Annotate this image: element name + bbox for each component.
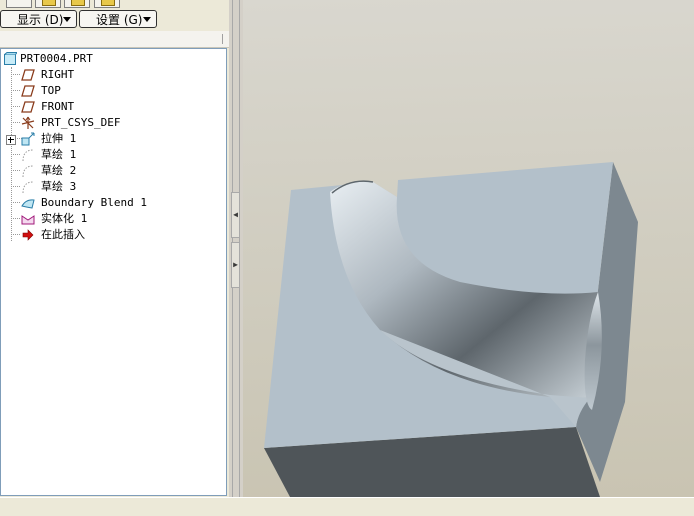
model-tree-panel: 显示 (D) 设置 (G) PRT0004.PRT RIGHT TOP FRON… xyxy=(0,0,229,497)
datum-plane-icon xyxy=(21,85,35,97)
tree-filter-row xyxy=(0,31,229,48)
datum-plane-icon xyxy=(21,69,35,81)
tab-model-tree[interactable] xyxy=(6,0,32,8)
tree-guide-line xyxy=(11,90,20,91)
model-render xyxy=(264,162,638,497)
model-tree: PRT0004.PRT RIGHT TOP FRONT PRT_CSYS_DEF… xyxy=(0,48,227,496)
chevron-down-icon xyxy=(143,17,151,22)
tree-item-label: 草绘 3 xyxy=(41,180,77,193)
tree-item-label: 在此插入 xyxy=(41,228,85,241)
sketch-icon xyxy=(22,181,34,194)
solidify-icon xyxy=(21,215,35,225)
datum-plane-icon xyxy=(21,101,35,113)
panel-splitter[interactable]: ◀ ▶ xyxy=(229,0,243,497)
tree-toolbar: 显示 (D) 设置 (G) xyxy=(0,9,229,30)
tab-connections[interactable] xyxy=(94,0,120,8)
tree-guide-line xyxy=(11,218,20,219)
tree-guide-line xyxy=(11,106,20,107)
sketch-icon xyxy=(22,149,34,162)
tree-guide-line xyxy=(11,202,20,203)
tree-guide-line xyxy=(11,186,20,187)
display-menu-label: 显示 (D) xyxy=(17,13,64,27)
tree-guide-line xyxy=(11,154,20,155)
tree-item-label: Boundary Blend 1 xyxy=(41,196,147,209)
tree-guide-line xyxy=(11,74,20,75)
insert-here-arrow-icon xyxy=(22,229,34,241)
tree-item-label: TOP xyxy=(41,84,61,97)
tab-favorites[interactable] xyxy=(64,0,90,8)
settings-menu-label: 设置 (G) xyxy=(96,13,143,27)
display-menu-button[interactable]: 显示 (D) xyxy=(0,10,77,28)
chevron-down-icon xyxy=(63,17,71,22)
sketch-icon xyxy=(22,165,34,178)
status-bar xyxy=(0,497,694,516)
tree-root-label: PRT0004.PRT xyxy=(20,52,93,65)
expand-panel-button[interactable]: ▶ xyxy=(231,242,240,288)
tree-item-label: PRT_CSYS_DEF xyxy=(41,116,121,129)
folder-icon xyxy=(42,0,56,6)
expand-toggle[interactable] xyxy=(6,135,16,145)
tree-item-label: RIGHT xyxy=(41,68,75,81)
tree-guide-line xyxy=(11,122,20,123)
chevron-left-icon: ◀ xyxy=(233,210,238,219)
navigator-tabs xyxy=(0,0,229,8)
tree-item-label: FRONT xyxy=(41,100,75,113)
tree-guide-line xyxy=(11,234,20,235)
divider xyxy=(222,34,223,44)
extrude-icon xyxy=(21,132,35,146)
boundary-blend-icon xyxy=(21,199,35,209)
graphics-window[interactable] xyxy=(243,0,694,497)
tree-item-label: 草绘 2 xyxy=(41,164,77,177)
tree-guide-line xyxy=(11,170,20,171)
part-icon xyxy=(4,52,17,65)
tree-item-label: 实体化 1 xyxy=(41,212,88,225)
collapse-panel-button[interactable]: ◀ xyxy=(231,192,240,238)
chevron-right-icon: ▶ xyxy=(233,260,238,269)
tree-item-label: 拉伸 1 xyxy=(41,132,77,145)
web-folder-icon xyxy=(101,0,115,6)
settings-menu-button[interactable]: 设置 (G) xyxy=(79,10,157,28)
folder-icon xyxy=(71,0,85,6)
coordinate-system-icon xyxy=(21,116,35,129)
tree-item-label: 草绘 1 xyxy=(41,148,77,161)
tab-folder-browser[interactable] xyxy=(35,0,61,8)
